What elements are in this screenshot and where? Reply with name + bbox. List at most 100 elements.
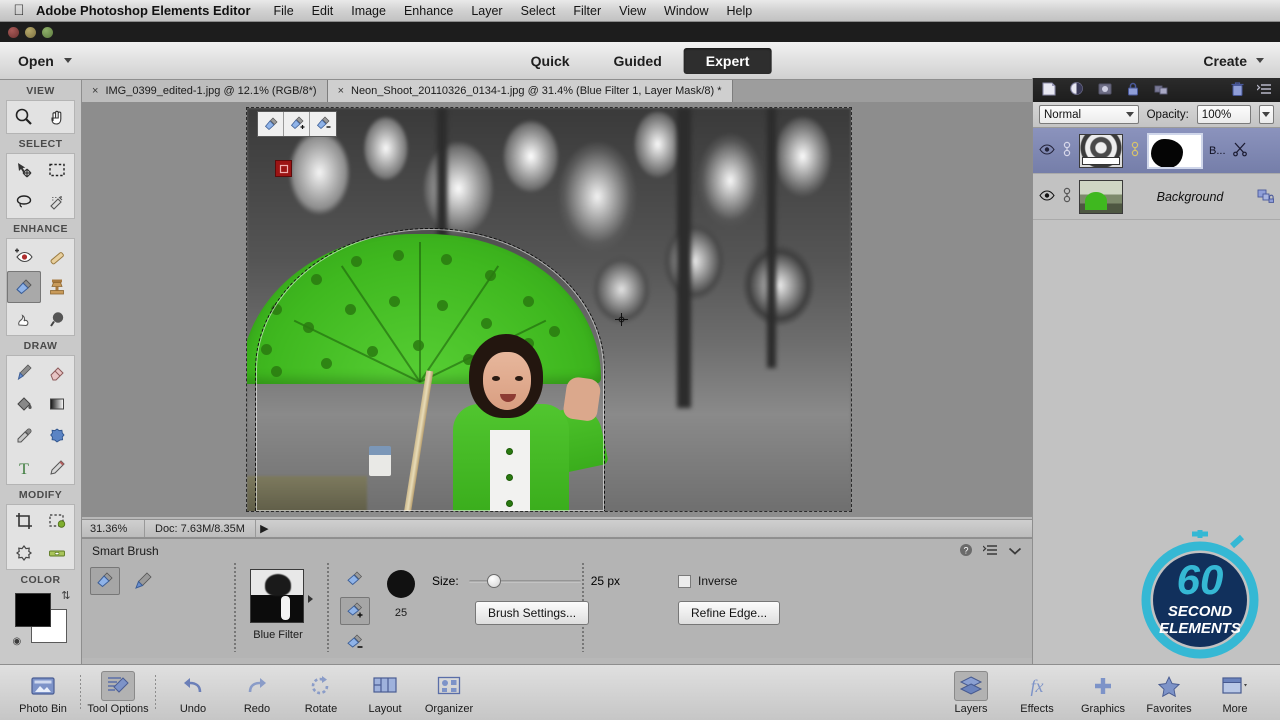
brush-preview-swatch[interactable] (387, 570, 415, 598)
menu-layer[interactable]: Layer (462, 4, 511, 18)
layers-panel-button[interactable]: Layers (940, 670, 1002, 715)
opacity-field[interactable]: 100% (1196, 105, 1251, 124)
preset-dropdown-caret-icon[interactable] (308, 595, 313, 603)
canvas-area[interactable] (82, 102, 1032, 517)
brush-size-slider[interactable] (468, 573, 581, 588)
move-tool[interactable] (7, 154, 41, 186)
on-canvas-smart-brush-toolbar[interactable] (257, 111, 337, 137)
help-icon[interactable]: ? (959, 543, 973, 560)
menu-help[interactable]: Help (717, 4, 761, 18)
zoom-tool[interactable] (7, 101, 41, 133)
smart-brush-new-icon[interactable] (258, 112, 284, 136)
menu-file[interactable]: File (265, 4, 303, 18)
layer-row-background[interactable]: Background (1033, 174, 1280, 220)
menu-edit[interactable]: Edit (303, 4, 343, 18)
minimize-window-button[interactable] (25, 26, 36, 38)
pencil-tool[interactable] (41, 452, 75, 484)
delete-layer-icon[interactable] (1230, 81, 1245, 100)
eye-icon[interactable] (1039, 189, 1055, 204)
link-icon[interactable] (1061, 187, 1073, 206)
type-tool[interactable]: T (7, 452, 41, 484)
smart-brush-preset-thumbnail[interactable] (250, 569, 304, 623)
background-photo-thumbnail[interactable] (1079, 179, 1123, 214)
effects-panel-button[interactable]: fx Effects (1006, 671, 1068, 715)
apple-icon[interactable]:  (8, 3, 30, 18)
inverse-checkbox-row[interactable]: Inverse (678, 574, 737, 588)
photo-bin-button[interactable]: Photo Bin (12, 671, 74, 715)
tab-expert[interactable]: Expert (683, 47, 772, 74)
clone-stamp-tool[interactable] (41, 271, 75, 303)
scissors-clipping-icon[interactable] (1232, 141, 1248, 160)
layer-row-blue-filter[interactable]: B... (1033, 128, 1280, 174)
open-button[interactable]: Open (18, 53, 72, 69)
quick-selection-tool[interactable] (41, 186, 75, 218)
layout-button[interactable]: Layout (354, 671, 416, 715)
refine-edge-button[interactable]: Refine Edge... (678, 601, 781, 625)
blur-tool[interactable] (41, 303, 75, 335)
tool-options-button[interactable]: Tool Options (87, 670, 149, 715)
inverse-checkbox[interactable] (678, 574, 691, 588)
zoom-level-field[interactable]: 31.36% (82, 523, 144, 535)
document-tab-2[interactable]: × Neon_Shoot_20110326_0134-1.jpg @ 31.4%… (327, 80, 733, 102)
document-tab-1[interactable]: × IMG_0399_edited-1.jpg @ 12.1% (RGB/8*) (82, 80, 328, 102)
selection-pin-marker[interactable] (275, 160, 292, 177)
layer-mask-thumbnail[interactable] (1147, 132, 1203, 169)
brush-size-slider-knob[interactable] (486, 573, 501, 588)
tab-guided[interactable]: Guided (592, 48, 684, 74)
brush-settings-button[interactable]: Brush Settings... (475, 601, 590, 625)
detail-smart-brush-type-button[interactable] (128, 567, 158, 595)
menu-image[interactable]: Image (342, 4, 395, 18)
gradient-tool[interactable] (41, 388, 75, 420)
red-eye-removal-tool[interactable] (7, 239, 41, 271)
panel-menu-icon[interactable] (982, 544, 998, 559)
brush-tool[interactable] (7, 356, 41, 388)
status-bar-menu-icon[interactable]: ▶ (254, 520, 273, 537)
spot-healing-brush-tool[interactable] (41, 239, 75, 271)
smart-brush-type-button[interactable] (90, 567, 120, 595)
crop-tool[interactable] (7, 505, 41, 537)
link-icon[interactable] (1061, 141, 1073, 160)
new-selection-button[interactable] (340, 565, 370, 593)
close-icon[interactable]: × (92, 85, 98, 97)
content-aware-move-tool[interactable] (7, 537, 41, 569)
close-window-button[interactable] (8, 26, 19, 38)
redo-button[interactable]: Redo (226, 671, 288, 715)
cookie-cutter-tool[interactable] (41, 420, 75, 452)
close-icon[interactable]: × (338, 85, 344, 97)
organizer-button[interactable]: Organizer (418, 671, 480, 715)
reset-colors-icon[interactable]: ◉ (13, 636, 22, 647)
lasso-tool[interactable] (7, 186, 41, 218)
recompose-tool[interactable] (41, 505, 75, 537)
link-icon[interactable] (1129, 141, 1141, 160)
new-adjustment-layer-icon[interactable] (1069, 81, 1085, 100)
add-layer-mask-icon[interactable] (1097, 81, 1113, 100)
new-layer-icon[interactable] (1041, 81, 1057, 100)
smart-brush-tool[interactable] (7, 271, 41, 303)
rotate-button[interactable]: Rotate (290, 671, 352, 715)
panel-menu-icon[interactable] (1256, 83, 1272, 98)
paint-bucket-tool[interactable] (7, 388, 41, 420)
smudge-tool[interactable] (7, 303, 41, 335)
graphics-panel-button[interactable]: Graphics (1072, 671, 1134, 715)
swap-colors-icon[interactable]: ⇅ (61, 589, 70, 602)
link-layers-icon[interactable] (1153, 81, 1169, 100)
add-to-selection-button[interactable] (340, 597, 370, 625)
zoom-window-button[interactable] (42, 26, 53, 38)
favorites-panel-button[interactable]: Favorites (1138, 671, 1200, 715)
lock-icon[interactable] (1257, 187, 1275, 206)
smart-brush-subtract-icon[interactable] (310, 112, 336, 136)
hand-tool[interactable] (41, 101, 75, 133)
undo-button[interactable]: Undo (162, 671, 224, 715)
opacity-slider-toggle[interactable] (1258, 105, 1274, 124)
straighten-tool[interactable] (41, 537, 75, 569)
chevron-down-icon[interactable] (1008, 545, 1022, 559)
eye-icon[interactable] (1039, 143, 1055, 158)
subtract-from-selection-button[interactable] (340, 629, 370, 657)
menu-select[interactable]: Select (512, 4, 565, 18)
eyedropper-tool[interactable] (7, 420, 41, 452)
menu-filter[interactable]: Filter (564, 4, 610, 18)
blend-mode-select[interactable]: Normal (1039, 105, 1139, 124)
menu-view[interactable]: View (610, 4, 655, 18)
menu-window[interactable]: Window (655, 4, 717, 18)
menu-enhance[interactable]: Enhance (395, 4, 462, 18)
